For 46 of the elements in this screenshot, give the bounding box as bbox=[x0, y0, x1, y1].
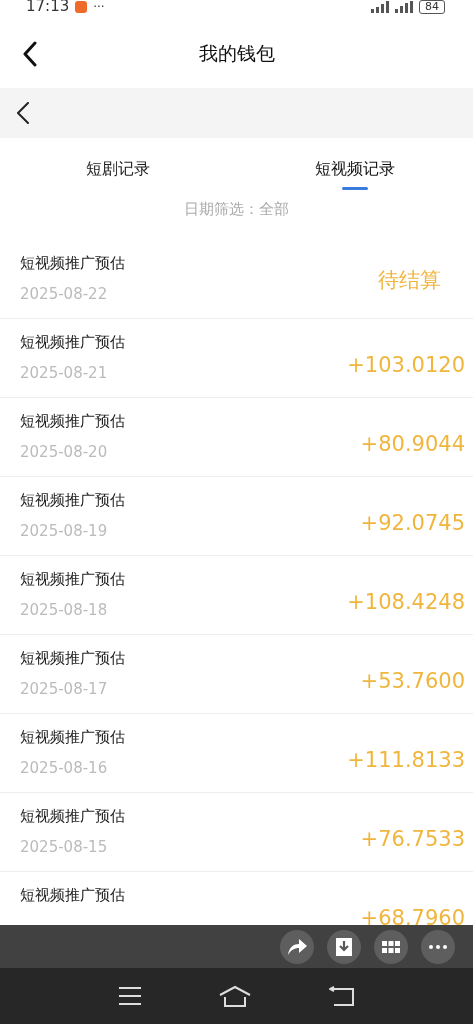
record-title: 短视频推广预估 bbox=[20, 807, 125, 826]
record-title: 短视频推广预估 bbox=[20, 333, 125, 352]
record-amount: +76.7533 bbox=[360, 826, 465, 851]
status-time: 17:13 bbox=[26, 0, 70, 13]
page-title: 我的钱包 bbox=[198, 41, 275, 66]
record-title: 短视频推广预估 bbox=[20, 649, 125, 668]
back-icon[interactable] bbox=[16, 102, 30, 124]
record-date: 2025-08-18 bbox=[20, 601, 109, 619]
menu-icon[interactable] bbox=[118, 987, 143, 1005]
record-title: 短视频推广预估 bbox=[20, 491, 125, 510]
share-icon bbox=[286, 937, 308, 956]
record-amount: 待结算 bbox=[378, 267, 442, 294]
status-more: ··· bbox=[93, 0, 105, 14]
app-notification-icon bbox=[75, 1, 88, 13]
more-icon bbox=[429, 944, 447, 949]
record-amount: +92.0745 bbox=[360, 510, 465, 535]
apps-button[interactable] bbox=[374, 929, 408, 964]
record-date: 2025-08-19 bbox=[20, 522, 109, 540]
record-date: 2025-08-21 bbox=[20, 364, 109, 382]
record-amount: +68.7960 bbox=[360, 905, 465, 925]
record-title: 短视频推广预估 bbox=[20, 728, 125, 747]
record-date: 2025-08-20 bbox=[20, 443, 109, 461]
more-button[interactable] bbox=[421, 929, 455, 964]
record-amount: +53.7600 bbox=[360, 668, 465, 693]
download-button[interactable] bbox=[327, 929, 361, 964]
record-date: 2025-08-16 bbox=[20, 759, 109, 777]
tab[interactable]: 短剧记录 bbox=[0, 138, 237, 200]
record-title: 短视频推广预估 bbox=[20, 886, 125, 905]
home-icon[interactable] bbox=[218, 985, 253, 1007]
download-icon bbox=[335, 936, 353, 957]
record-amount: +108.4248 bbox=[347, 589, 465, 614]
battery-level: 84 bbox=[419, 0, 445, 14]
record-date: 2025-08-15 bbox=[20, 838, 109, 856]
tab[interactable]: 短视频记录 bbox=[236, 138, 473, 200]
record-date: 2025-08-17 bbox=[20, 680, 109, 698]
record-title: 短视频推广预估 bbox=[20, 412, 125, 431]
record-amount: +111.8133 bbox=[347, 747, 465, 772]
grid-icon bbox=[382, 940, 400, 953]
record-amount: +80.9044 bbox=[360, 431, 465, 456]
signal-icon bbox=[371, 1, 413, 13]
record-title: 短视频推广预估 bbox=[20, 570, 125, 589]
record-date: 2025-08-22 bbox=[20, 285, 109, 303]
record-title: 短视频推广预估 bbox=[20, 254, 125, 273]
back-icon[interactable] bbox=[22, 41, 38, 67]
record-amount: +103.0120 bbox=[347, 352, 465, 377]
share-button[interactable] bbox=[280, 929, 314, 964]
